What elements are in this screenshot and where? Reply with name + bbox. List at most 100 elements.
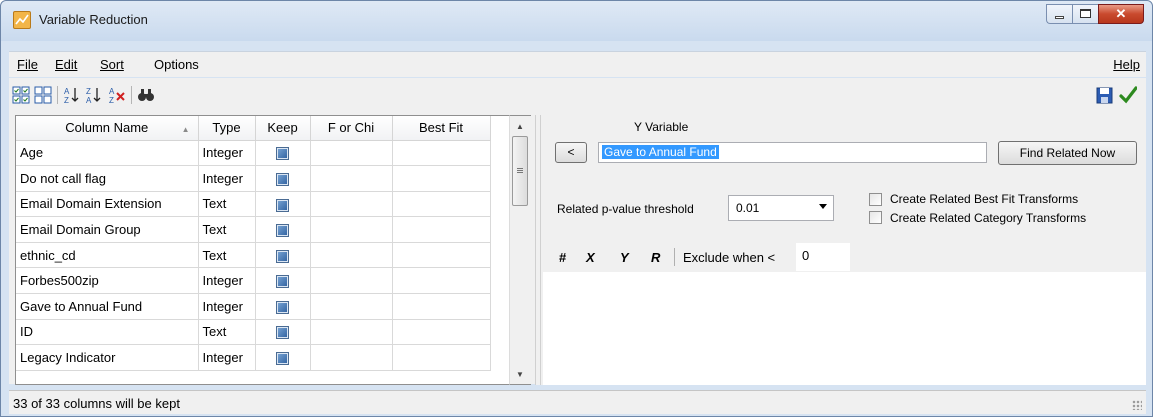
table-row[interactable]: Forbes500zip Integer xyxy=(16,267,491,295)
cell-f-or-chi xyxy=(310,242,393,269)
cell-f-or-chi xyxy=(310,191,393,218)
pvalue-threshold-select[interactable]: 0.01 xyxy=(728,195,834,221)
col-x-button[interactable]: X xyxy=(586,250,595,265)
table-row[interactable]: Age Integer xyxy=(16,140,491,167)
cell-keep[interactable] xyxy=(255,344,311,371)
pvalue-threshold-value: 0.01 xyxy=(736,201,760,215)
keep-checkbox[interactable] xyxy=(276,352,289,366)
cell-f-or-chi xyxy=(310,216,393,243)
cell-best-fit xyxy=(392,216,491,243)
keep-checkbox[interactable] xyxy=(276,249,289,263)
cell-type: Text xyxy=(198,319,256,346)
apply-checkmark-icon[interactable] xyxy=(1119,86,1137,104)
col-y-button[interactable]: Y xyxy=(620,250,629,265)
table-row[interactable]: ethnic_cd Text xyxy=(16,242,491,269)
deselect-all-icon[interactable] xyxy=(34,86,52,104)
header-column-name[interactable]: Column Name ▲ xyxy=(16,116,199,141)
cell-f-or-chi xyxy=(310,267,393,295)
category-transforms-label: Create Related Category Transforms xyxy=(890,211,1087,225)
col-r-button[interactable]: R xyxy=(651,250,660,265)
svg-text:Z: Z xyxy=(86,87,91,96)
menu-sort[interactable]: Sort xyxy=(100,57,124,72)
keep-checkbox[interactable] xyxy=(276,172,289,186)
cell-type: Text xyxy=(198,242,256,269)
cell-column-name: Do not call flag xyxy=(16,165,199,192)
table-row[interactable]: Email Domain Extension Text xyxy=(16,191,491,218)
sort-descending-icon[interactable]: Z A xyxy=(85,86,103,104)
grid-scrollbar[interactable]: ▲ ▼ xyxy=(509,115,531,385)
keep-checkbox[interactable] xyxy=(276,198,289,212)
cell-column-name: Gave to Annual Fund xyxy=(16,293,199,320)
toolbar-separator xyxy=(57,86,58,104)
menu-help[interactable]: Help xyxy=(1113,57,1140,72)
save-icon[interactable] xyxy=(1096,86,1114,104)
table-row[interactable]: Do not call flag Integer xyxy=(16,165,491,192)
resize-grip-icon[interactable] xyxy=(1132,400,1142,410)
keep-checkbox[interactable] xyxy=(276,224,289,238)
keep-checkbox[interactable] xyxy=(276,326,289,340)
window: Variable Reduction ✕ File Edit Sort Opti… xyxy=(0,0,1153,417)
table-header-row: Column Name ▲ Type Keep F or Chi Best Fit xyxy=(16,116,491,141)
col-hash-button[interactable]: # xyxy=(559,250,566,265)
table-row[interactable]: ID Text xyxy=(16,319,491,346)
cell-best-fit xyxy=(392,267,491,295)
header-keep[interactable]: Keep xyxy=(255,116,311,141)
cell-type: Integer xyxy=(198,293,256,320)
find-related-now-button[interactable]: Find Related Now xyxy=(998,141,1137,165)
menu-file[interactable]: File xyxy=(17,57,38,72)
header-f-or-chi[interactable]: F or Chi xyxy=(310,116,393,141)
cell-type: Integer xyxy=(198,165,256,192)
menu-options[interactable]: Options xyxy=(154,57,199,72)
cell-best-fit xyxy=(392,293,491,320)
header-best-fit[interactable]: Best Fit xyxy=(392,116,491,141)
cell-column-name: Email Domain Extension xyxy=(16,191,199,218)
header-column-name-label: Column Name xyxy=(65,120,149,136)
maximize-button[interactable] xyxy=(1072,4,1098,24)
cell-keep[interactable] xyxy=(255,216,311,243)
best-fit-transforms-checkbox[interactable] xyxy=(869,193,882,206)
keep-checkbox[interactable] xyxy=(276,275,289,289)
menu-bar: File Edit Sort Options Help xyxy=(9,51,1146,77)
exclude-threshold-input[interactable]: 0 xyxy=(796,243,850,271)
back-button[interactable]: < xyxy=(555,142,587,163)
clear-sort-icon[interactable]: A Z xyxy=(108,86,126,104)
close-button[interactable]: ✕ xyxy=(1098,4,1144,24)
cell-keep[interactable] xyxy=(255,242,311,269)
best-fit-transforms-label: Create Related Best Fit Transforms xyxy=(890,192,1079,206)
pvalue-threshold-label: Related p-value threshold xyxy=(557,202,694,216)
scroll-up-icon[interactable]: ▲ xyxy=(516,122,524,131)
menu-edit-label: Edit xyxy=(55,57,78,72)
cell-keep[interactable] xyxy=(255,319,311,346)
cell-keep[interactable] xyxy=(255,165,311,192)
table-row[interactable]: Legacy Indicator Integer xyxy=(16,344,491,371)
table-row[interactable]: Gave to Annual Fund Integer xyxy=(16,293,491,320)
y-variable-field[interactable]: Gave to Annual Fund xyxy=(598,142,987,163)
cell-column-name: ethnic_cd xyxy=(16,242,199,269)
menu-edit[interactable]: Edit xyxy=(55,57,77,72)
cell-keep[interactable] xyxy=(255,191,311,218)
category-transforms-checkbox[interactable] xyxy=(869,211,882,224)
cell-type: Text xyxy=(198,191,256,218)
cell-keep[interactable] xyxy=(255,140,311,167)
header-f-or-chi-label: F or Chi xyxy=(327,120,375,136)
title-bar: Variable Reduction ✕ xyxy=(1,1,1152,41)
cell-keep[interactable] xyxy=(255,267,311,295)
keep-checkbox[interactable] xyxy=(276,300,289,314)
scroll-down-icon[interactable]: ▼ xyxy=(516,370,524,379)
table-row[interactable]: Email Domain Group Text xyxy=(16,216,491,243)
scroll-thumb[interactable] xyxy=(512,136,528,206)
minimize-button[interactable] xyxy=(1046,4,1072,24)
select-all-icon[interactable] xyxy=(12,86,30,104)
svg-text:Z: Z xyxy=(109,96,114,104)
find-icon[interactable] xyxy=(137,86,155,104)
header-best-fit-label: Best Fit xyxy=(418,120,464,136)
keep-checkbox[interactable] xyxy=(276,147,289,161)
window-title: Variable Reduction xyxy=(39,12,148,27)
cell-best-fit xyxy=(392,191,491,218)
cell-column-name: ID xyxy=(16,319,199,346)
cell-keep[interactable] xyxy=(255,293,311,320)
column-table: Column Name ▲ Type Keep F or Chi Best Fit… xyxy=(16,116,491,371)
header-type[interactable]: Type xyxy=(198,116,256,141)
cell-type: Integer xyxy=(198,344,256,371)
sort-ascending-icon[interactable]: A Z xyxy=(63,86,81,104)
